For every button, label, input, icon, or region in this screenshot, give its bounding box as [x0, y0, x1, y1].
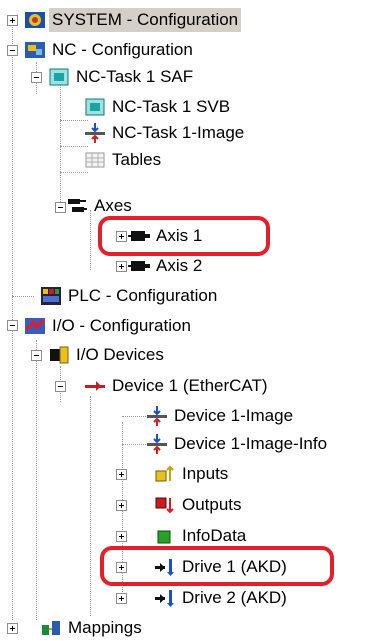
expand-toggle-drive2[interactable]: [116, 593, 127, 604]
tree-line: [122, 416, 146, 417]
expand-toggle-inputs[interactable]: [116, 469, 127, 480]
tree-node-label: Tables: [112, 150, 162, 169]
tree-line: [12, 296, 34, 297]
tree-node-label: NC-Task 1 SAF: [76, 67, 194, 86]
nc-config-icon: [25, 42, 45, 58]
io-devices-icon: [50, 346, 69, 364]
expand-toggle-axis2[interactable]: [116, 261, 127, 272]
collapse-toggle-io[interactable]: [7, 320, 18, 331]
tree-node-label: I/O - Configuration: [52, 316, 191, 335]
inputs-icon: [155, 465, 174, 482]
axis-motor-icon: [128, 261, 150, 271]
tree-node-label: Inputs: [182, 464, 229, 483]
tree-node-label: Drive 2 (AKD): [182, 588, 287, 607]
tree-node-label: InfoData: [182, 526, 247, 545]
axes-icon: [68, 199, 87, 212]
tree-node-label: NC-Task 1-Image: [112, 123, 245, 142]
drive-icon: [155, 590, 174, 607]
nc-task-icon: [49, 68, 69, 86]
process-image-icon: [147, 406, 167, 426]
mappings-icon: [42, 621, 60, 635]
tree-line: [90, 210, 91, 270]
plc-config-icon: [41, 287, 61, 305]
expand-toggle-system[interactable]: [7, 15, 18, 26]
tree-node-drive2[interactable]: Drive 2 (AKD): [154, 585, 290, 611]
tree-node-io-devices[interactable]: I/O Devices: [48, 342, 167, 368]
tree-node-label: Device 1 (EtherCAT): [112, 376, 268, 395]
infodata-icon: [157, 530, 171, 544]
tree-node-nc-task-saf[interactable]: NC-Task 1 SAF: [48, 64, 196, 90]
io-config-icon: [25, 318, 45, 334]
tree-node-label: Device 1-Image: [174, 406, 294, 425]
expand-toggle-mappings[interactable]: [7, 623, 18, 634]
tree-line: [60, 78, 61, 208]
tree-node-label: NC - Configuration: [52, 40, 193, 59]
tree-node-label: Axes: [94, 196, 132, 215]
tree-line: [122, 444, 146, 445]
tree-node-label: Axis 2: [156, 256, 203, 275]
tree-line: [36, 340, 37, 620]
project-tree: SYSTEM - Configuration NC - Configuratio…: [0, 0, 375, 638]
tree-node-label: NC-Task 1 SVB: [112, 97, 231, 116]
collapse-toggle-device1[interactable]: [55, 381, 66, 392]
process-image-icon: [85, 123, 105, 143]
tree-node-mappings[interactable]: Mappings: [40, 615, 145, 641]
collapse-toggle-nc-task-saf[interactable]: [31, 72, 42, 83]
table-icon: [85, 152, 105, 168]
tree-node-label: SYSTEM - Configuration: [49, 8, 242, 32]
tree-node-label: Device 1-Image-Info: [174, 434, 328, 453]
tree-node-label: Outputs: [182, 495, 242, 514]
ethercat-device-icon: [85, 381, 105, 391]
highlight-ring-drive1: [100, 546, 334, 586]
expand-toggle-outputs[interactable]: [116, 500, 127, 511]
tree-node-inputs[interactable]: Inputs: [154, 461, 231, 487]
collapse-toggle-axes[interactable]: [55, 202, 66, 213]
tree-node-io[interactable]: I/O - Configuration: [24, 313, 194, 339]
tree-node-nc-task-svb[interactable]: NC-Task 1 SVB: [84, 94, 233, 120]
tree-node-system[interactable]: SYSTEM - Configuration: [24, 7, 242, 33]
system-config-icon: [25, 12, 45, 28]
collapse-toggle-io-devices[interactable]: [31, 350, 42, 361]
tree-node-device1[interactable]: Device 1 (EtherCAT): [84, 373, 271, 399]
tree-node-tables[interactable]: Tables: [84, 147, 164, 173]
tree-line: [90, 396, 91, 616]
tree-node-label: PLC - Configuration: [68, 286, 218, 305]
expand-toggle-infodata[interactable]: [116, 531, 127, 542]
outputs-icon: [155, 497, 174, 514]
highlight-ring-axis1: [98, 216, 270, 256]
tree-node-outputs[interactable]: Outputs: [154, 492, 245, 518]
tree-node-plc[interactable]: PLC - Configuration: [40, 283, 220, 309]
tree-node-device1-image-info[interactable]: Device 1-Image-Info: [146, 431, 330, 457]
process-image-icon: [147, 434, 167, 454]
collapse-toggle-nc[interactable]: [7, 45, 18, 56]
tree-node-nc[interactable]: NC - Configuration: [24, 37, 196, 63]
tree-node-nc-task-image[interactable]: NC-Task 1-Image: [84, 120, 247, 146]
tree-node-label: I/O Devices: [76, 345, 164, 364]
tree-node-device1-image[interactable]: Device 1-Image: [146, 403, 296, 429]
tree-node-label: Mappings: [68, 618, 142, 637]
nc-task-icon: [85, 98, 105, 116]
tree-node-axis2[interactable]: Axis 2: [128, 253, 205, 279]
